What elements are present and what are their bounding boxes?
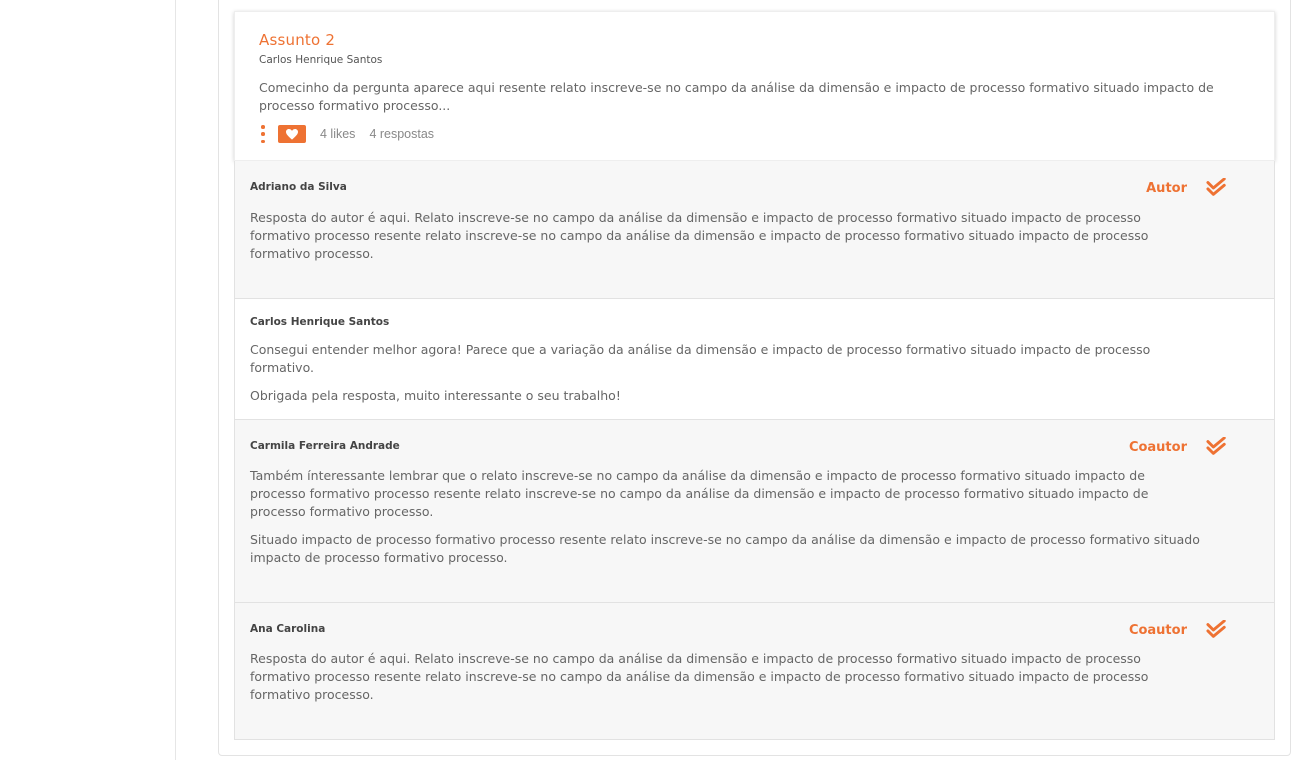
answer-paragraph: Resposta do autor é aqui. Relato inscrev…	[250, 651, 1149, 702]
answer-body: Também ínteressante lembrar que o relato…	[250, 467, 1200, 577]
answer-paragraph: Também ínteressante lembrar que o relato…	[250, 468, 1149, 519]
answer-author: Ana Carolina	[250, 623, 326, 635]
answer-author: Carmila Ferreira Andrade	[250, 440, 400, 452]
question-title[interactable]: Assunto 2	[259, 31, 335, 49]
answer-role-badge: Coautor	[1128, 623, 1187, 638]
double-check-icon[interactable]	[1206, 437, 1228, 457]
answer-author: Adriano da Silva	[250, 181, 347, 193]
answer-body: Resposta do autor é aqui. Relato inscrev…	[250, 209, 1200, 273]
answer-author: Carlos Henrique Santos	[250, 316, 390, 328]
question-body: Comecinho da pergunta aparece aqui resen…	[259, 80, 1214, 113]
main-content: Assunto 2 Carlos Henrique Santos Comecin…	[176, 0, 1310, 760]
answer-role-badge: Autor	[1146, 181, 1187, 196]
answer-item: Carmila Ferreira Andrade Coautor Também …	[234, 420, 1275, 603]
replies-count[interactable]: 4 respostas	[369, 127, 434, 141]
answer-paragraph: Situado impacto de processo formativo pr…	[250, 532, 1200, 565]
answer-paragraph: Consegui entender melhor agora! Parece q…	[250, 342, 1151, 375]
answer-item: Adriano da Silva Autor Resposta do autor…	[234, 161, 1275, 299]
answers-list: Adriano da Silva Autor Resposta do autor…	[234, 161, 1275, 740]
heart-icon	[286, 128, 298, 140]
double-check-icon[interactable]	[1206, 178, 1228, 198]
sidebar	[0, 0, 176, 760]
answer-item: Ana Carolina Coautor Resposta do autor é…	[234, 603, 1275, 740]
answer-item: Carlos Henrique Santos Consegui entender…	[234, 299, 1275, 420]
vertical-dots-icon[interactable]	[259, 125, 267, 143]
answer-paragraph: Obrigada pela resposta, muito interessan…	[250, 388, 621, 403]
like-button[interactable]	[278, 125, 306, 143]
likes-count: 4 likes	[320, 127, 356, 141]
double-check-icon[interactable]	[1206, 620, 1228, 640]
question-actions: 4 likes 4 respostas	[259, 125, 434, 143]
answer-paragraph: Resposta do autor é aqui. Relato inscrev…	[250, 210, 1149, 261]
answer-body: Consegui entender melhor agora! Parece q…	[250, 341, 1200, 415]
question-card: Assunto 2 Carlos Henrique Santos Comecin…	[234, 11, 1275, 161]
answer-body: Resposta do autor é aqui. Relato inscrev…	[250, 650, 1200, 714]
answer-role-badge: Coautor	[1128, 440, 1187, 455]
question-author: Carlos Henrique Santos	[259, 54, 383, 66]
